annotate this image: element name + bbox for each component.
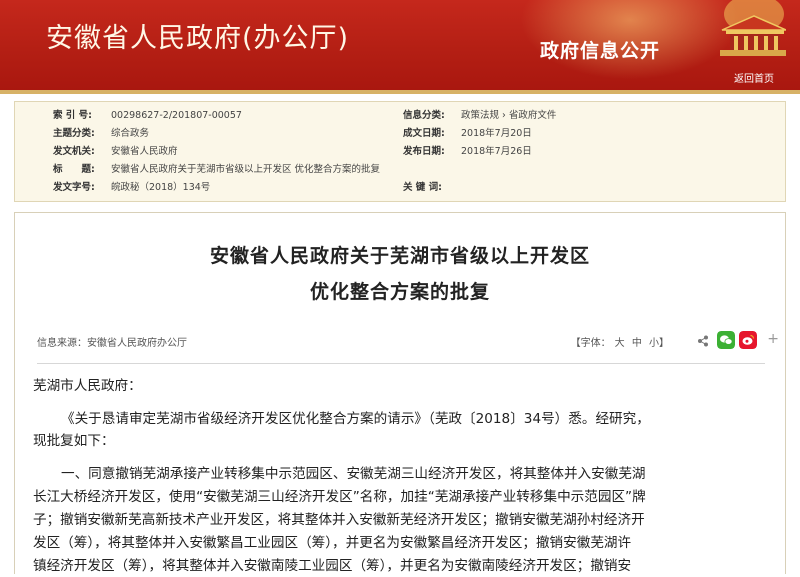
font-small-button[interactable]: 小】 [649, 338, 669, 349]
meta-label: 成文日期: [403, 128, 445, 139]
paragraph-2-line1: 一、同意撤销芜湖承接产业转移集中示范园区、安徽芜湖三山经济开发区，将其整体并入安… [61, 466, 646, 482]
font-size-control: 【字体： 大 中 小】 [571, 334, 669, 349]
back-home-link[interactable]: 返回首页 [734, 70, 774, 85]
meta-label: 发文字号: [53, 182, 95, 193]
salutation: 芜湖市人民政府： [33, 378, 142, 394]
meta-row-index: 索 引 号: 00298627-2/201807-00057 信息分类: 政策法… [15, 107, 785, 125]
meta-value: 安徽省人民政府 [111, 146, 178, 157]
font-label: 【字体： [570, 338, 611, 349]
share-icon[interactable] [697, 335, 709, 347]
document-meta-table: 索 引 号: 00298627-2/201807-00057 信息分类: 政策法… [14, 101, 786, 202]
tiananmen-emblem-icon [720, 0, 786, 56]
info-source: 信息来源：安徽省人民政府办公厅 [37, 338, 187, 349]
meta-row-topic: 主题分类: 综合政务 成文日期: 2018年7月20日 [15, 125, 785, 143]
weibo-share-icon[interactable] [739, 331, 757, 349]
document-title-line1: 安徽省人民政府关于芜湖市省级以上开发区 [209, 245, 590, 267]
paragraph-1-line2: 现批复如下： [33, 433, 115, 449]
paragraph-2-line2: 长江大桥经济开发区，使用“安徽芜湖三山经济开发区”名称，加挂“芜湖承接产业转移集… [33, 489, 646, 505]
banner-divider [0, 90, 800, 94]
meta-label: 发布日期: [403, 146, 445, 157]
meta-value: 皖政秘（2018）134号 [111, 182, 211, 193]
meta-row-issuer: 发文机关: 安徽省人民政府 发布日期: 2018年7月26日 [15, 143, 785, 161]
meta-label: 发文机关: [53, 146, 95, 157]
meta-value: 政策法规 › 省政府文件 [461, 110, 557, 121]
font-medium-button[interactable]: 中 [632, 338, 642, 349]
paragraph-2-line3: 子；撤销安徽新芜高新技术产业开发区，将其整体并入安徽新芜经济开发区；撤销安徽芜湖… [33, 512, 645, 528]
meta-value: 安徽省人民政府关于芜湖市省级以上开发区 优化整合方案的批复 [111, 164, 381, 175]
font-large-button[interactable]: 大 [615, 338, 625, 349]
paragraph-1-line1: 《关于恳请审定芜湖市省级经济开发区优化整合方案的请示》（芜政〔2018〕34号）… [61, 411, 650, 427]
toolbar-divider [37, 363, 765, 364]
meta-label: 主题分类: [53, 128, 95, 139]
meta-value: 综合政务 [111, 128, 150, 139]
more-share-button[interactable]: + [767, 331, 779, 347]
meta-label: 标 题: [53, 164, 95, 175]
site-title[interactable]: 安徽省人民政府(办公厅) [46, 16, 349, 55]
paragraph-2-line4: 发区（筹），将其整体并入安徽繁昌工业园区（筹），并更名为安徽繁昌经济开发区；撤销… [33, 535, 632, 551]
site-banner: 安徽省人民政府(办公厅) 政府信息公开 返回首页 [0, 0, 800, 90]
meta-row-title: 标 题: 安徽省人民政府关于芜湖市省级以上开发区 优化整合方案的批复 [15, 161, 785, 179]
meta-label: 索 引 号: [53, 110, 92, 121]
meta-value: 00298627-2/201807-00057 [111, 110, 242, 121]
meta-label: 信息分类: [403, 110, 445, 121]
article-panel: 安徽省人民政府关于芜湖市省级以上开发区 优化整合方案的批复 信息来源：安徽省人民… [14, 212, 786, 574]
wechat-share-icon[interactable] [717, 331, 735, 349]
meta-row-docno: 发文字号: 皖政秘（2018）134号 关 键 词: [15, 179, 785, 197]
meta-value: 2018年7月20日 [461, 128, 532, 139]
meta-label: 关 键 词: [403, 182, 442, 193]
meta-value: 2018年7月26日 [461, 146, 532, 157]
document-title-line2: 优化整合方案的批复 [309, 281, 490, 303]
section-title: 政府信息公开 [540, 40, 661, 62]
article-toolbar: 信息来源：安徽省人民政府办公厅 【字体： 大 中 小】 + [37, 331, 779, 353]
